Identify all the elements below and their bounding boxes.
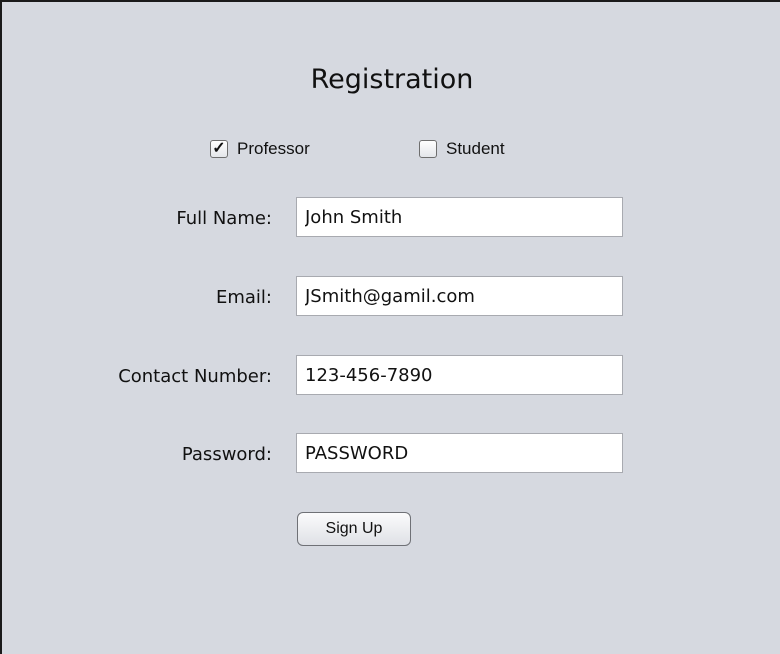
email-field[interactable] bbox=[296, 276, 623, 316]
password-label: Password: bbox=[181, 444, 272, 465]
registration-window: Registration ✓ Professor Student Full Na… bbox=[0, 0, 780, 654]
sign-up-button[interactable]: Sign Up bbox=[297, 512, 411, 546]
contact-number-field[interactable] bbox=[296, 355, 623, 395]
student-checkbox[interactable] bbox=[419, 140, 437, 158]
full-name-label: Full Name: bbox=[176, 208, 272, 229]
contact-number-label: Contact Number: bbox=[118, 366, 272, 387]
professor-checkbox-row[interactable]: ✓ Professor bbox=[210, 139, 310, 159]
full-name-field[interactable] bbox=[296, 197, 623, 237]
page-title: Registration bbox=[310, 64, 474, 95]
password-field[interactable] bbox=[296, 433, 623, 473]
email-label: Email: bbox=[215, 287, 272, 308]
professor-checkbox[interactable]: ✓ bbox=[210, 140, 228, 158]
professor-label: Professor bbox=[237, 139, 310, 158]
student-checkbox-row[interactable]: Student bbox=[419, 139, 505, 159]
student-label: Student bbox=[446, 139, 505, 158]
